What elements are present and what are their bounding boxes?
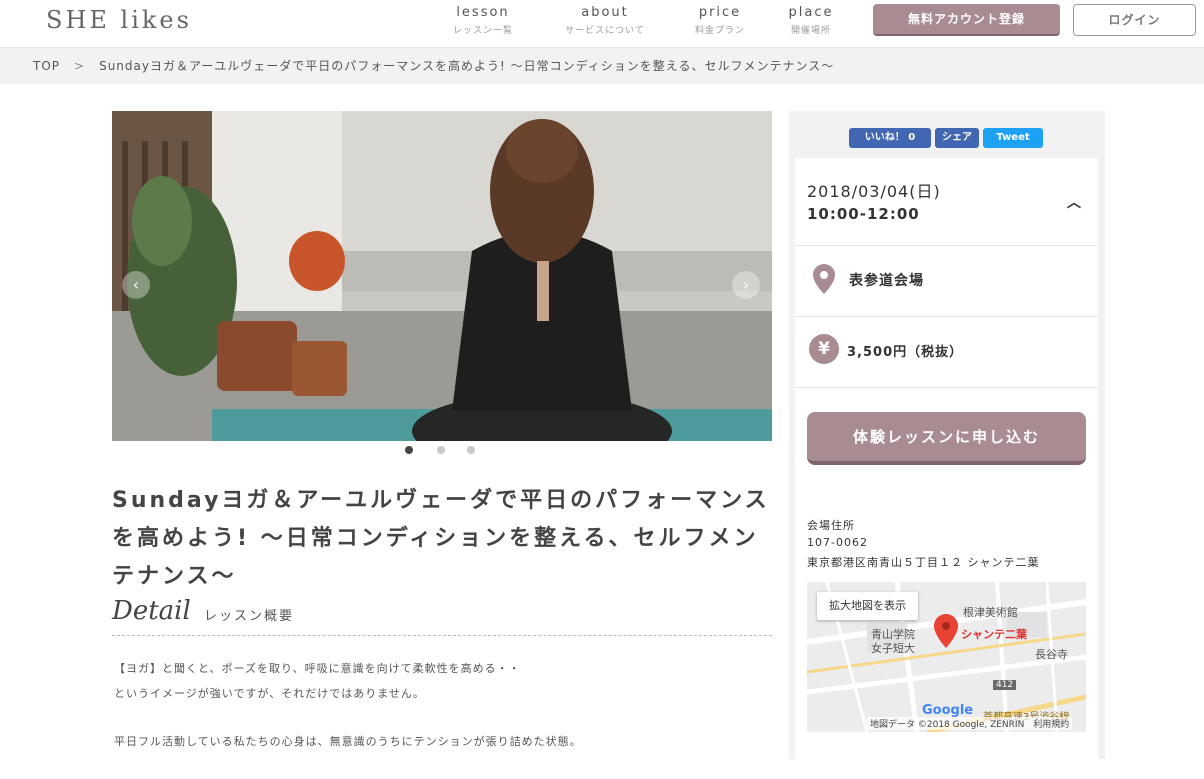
venue-address: 東京都港区南青山５丁目１２ シャンテ二葉 <box>807 556 1040 569</box>
apply-trial-lesson-button[interactable]: 体験レッスンに申し込む <box>807 412 1086 465</box>
slider-dot-1[interactable] <box>405 446 413 454</box>
nav-lesson-sublabel: レッスン一覧 <box>452 26 513 36</box>
lesson-sidebar: いいね！ 0 シェア Tweet 2018/03/04(日) 10:00-12:… <box>789 111 1105 759</box>
nav-lesson[interactable]: lesson レッスン一覧 <box>428 5 538 36</box>
chevron-up-icon[interactable]: ︿ <box>1067 192 1081 212</box>
map-marker-label: シャンテ二葉 <box>961 628 1027 641</box>
map-place-label: 長谷寺 <box>1035 648 1068 661</box>
site-logo[interactable]: SHE likes <box>46 6 192 34</box>
address-label: 会場住所 <box>807 519 855 532</box>
yoga-photo <box>112 111 772 441</box>
divider <box>795 316 1098 317</box>
nav-about[interactable]: about サービスについて <box>550 5 660 36</box>
detail-script-heading: Detail <box>112 596 191 626</box>
divider <box>795 387 1098 388</box>
lesson-body-line-2: というイメージが強いですが、それだけではありません。 <box>114 687 425 700</box>
postal-code: 107-0062 <box>807 536 868 549</box>
lesson-price: 3,500円（税抜） <box>847 345 964 360</box>
map-place-label: 女子短大 <box>871 642 915 655</box>
nav-place[interactable]: place 開催場所 <box>756 5 866 36</box>
detail-label: レッスン概要 <box>204 609 295 624</box>
tweet-button[interactable]: Tweet <box>983 128 1043 148</box>
slider-prev-button[interactable]: ‹ <box>122 271 150 299</box>
map-marker-icon[interactable] <box>934 614 958 648</box>
yen-icon: ¥ <box>809 334 839 364</box>
lesson-time: 10:00-12:00 <box>807 205 920 223</box>
login-button[interactable]: ログイン <box>1073 4 1196 36</box>
slider-dot-3[interactable] <box>467 446 475 454</box>
nav-about-sublabel: サービスについて <box>565 26 645 36</box>
divider <box>795 245 1098 246</box>
facebook-like-button[interactable]: いいね！ 0 <box>849 128 931 148</box>
map-place-label: 根津美術館 <box>963 606 1018 619</box>
lesson-info-card: 2018/03/04(日) 10:00-12:00 ︿ 表参道会場 ¥ 3,50… <box>795 158 1098 759</box>
nav-place-sublabel: 開催場所 <box>790 26 831 36</box>
breadcrumb: TOP > Sundayヨガ＆アーユルヴェーダで平日のパフォーマンスを高めよう! ～… <box>0 48 1204 84</box>
slider-dot-2[interactable] <box>437 446 445 454</box>
venue-name: 表参道会場 <box>849 273 924 289</box>
route-number-badge: 412 <box>993 680 1017 690</box>
breadcrumb-current: Sundayヨガ＆アーユルヴェーダで平日のパフォーマンスを高めよう! ～日常コン… <box>99 59 835 73</box>
venue-map[interactable]: 拡大地図を表示 根津美術館 青山学院 女子短大 長谷寺 412 首都高速3号渋谷… <box>807 582 1086 732</box>
detail-heading: Detail レッスン概要 <box>112 596 772 636</box>
map-pin-icon <box>813 264 835 294</box>
lesson-body-line-1: 【ヨガ】と聞くと、ポーズを取り、呼吸に意識を向けて柔軟性を高める・・ <box>114 662 521 675</box>
breadcrumb-home[interactable]: TOP <box>33 59 60 73</box>
enlarge-map-button[interactable]: 拡大地図を表示 <box>817 592 918 620</box>
lesson-title: Sundayヨガ＆アーユルヴェーダで平日のパフォーマンスを高めよう! ～日常コン… <box>112 488 770 589</box>
lesson-image-slider[interactable]: ‹ › <box>112 111 772 441</box>
map-copyright[interactable]: 地図データ ©2018 Google, ZENRIN 利用規約 <box>867 717 1073 730</box>
breadcrumb-separator: > <box>74 59 86 73</box>
nav-place-label: place <box>788 5 834 20</box>
nav-lesson-label: lesson <box>456 5 510 20</box>
nav-about-label: about <box>581 5 629 20</box>
facebook-share-button[interactable]: シェア <box>935 128 979 148</box>
slider-next-button[interactable]: › <box>732 271 760 299</box>
register-button[interactable]: 無料アカウント登録 <box>873 4 1060 36</box>
google-logo: Google <box>922 703 974 718</box>
lesson-date: 2018/03/04(日) <box>807 182 941 201</box>
site-header: SHE likes lesson レッスン一覧 about サービスについて p… <box>0 0 1204 48</box>
lesson-body-line-3: 平日フル活動している私たちの心身は、無意識のうちにテンションが張り詰めた状態。 <box>114 735 582 748</box>
